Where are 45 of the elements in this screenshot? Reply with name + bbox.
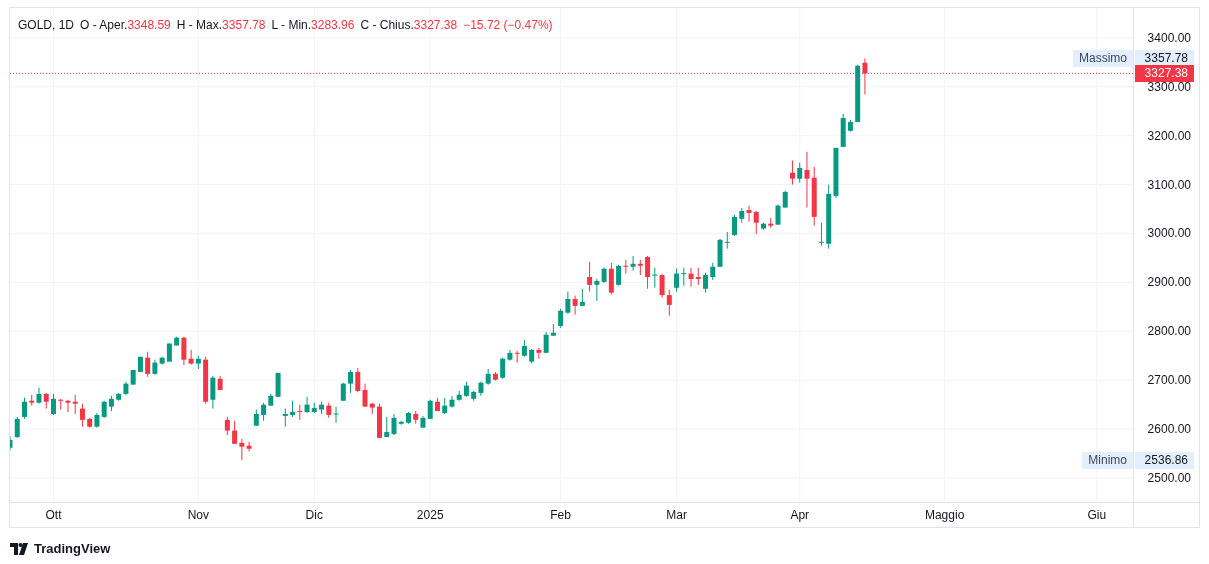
symbol-title: GOLD, 1D xyxy=(18,17,74,34)
price-axis-label: 2500.00 xyxy=(1147,471,1191,486)
candlestick xyxy=(790,160,795,186)
candlestick xyxy=(224,416,230,436)
legend-label: H - Max. xyxy=(176,17,223,34)
candlestick xyxy=(732,214,737,237)
price-axis-label: 3200.00 xyxy=(1147,128,1191,143)
time-axis-label: Nov xyxy=(187,508,210,522)
price-axis-label: 2800.00 xyxy=(1147,324,1191,339)
time-axis-label: Maggio xyxy=(924,508,965,522)
legend-value: 3357.78 xyxy=(222,17,266,34)
price-tag-label: Massimo xyxy=(1073,50,1133,67)
time-axis-label: Dic xyxy=(305,508,323,522)
price-tag-label: Minimo xyxy=(1082,451,1133,469)
candlestick xyxy=(406,411,411,425)
time-axis-label: Ott xyxy=(45,508,62,522)
legend-value: 3327.38 xyxy=(413,17,458,34)
price-axis-label: 3000.00 xyxy=(1147,226,1191,241)
time-axis-label: Feb xyxy=(550,508,571,522)
price-tag: 2536.86 xyxy=(1135,451,1194,469)
candlestick xyxy=(253,409,259,427)
price-axis-label: 3100.00 xyxy=(1147,177,1191,192)
legend-label: C - Chius. xyxy=(360,17,414,34)
legend-change: −15.72 (−0.47%) xyxy=(463,17,553,34)
price-axis-label: 2600.00 xyxy=(1147,422,1191,437)
candlestick xyxy=(348,369,353,394)
brand-logo-icon xyxy=(10,542,30,555)
candlestick xyxy=(761,222,766,231)
candlestick xyxy=(282,408,288,428)
candlestick xyxy=(377,403,382,439)
price-axis-label: 2900.00 xyxy=(1147,275,1191,290)
time-axis-label: Giu xyxy=(1087,508,1107,522)
brand-name: TradingView xyxy=(34,540,111,558)
candlestick xyxy=(22,397,27,420)
price-axis-label: 3300.00 xyxy=(1147,79,1191,94)
time-axis-label: 2025 xyxy=(416,508,444,522)
candlestick xyxy=(340,382,346,402)
legend-label: L - Min. xyxy=(271,17,312,34)
legend-value: 3348.59 xyxy=(127,17,171,34)
time-axis-label: Mar xyxy=(666,508,687,522)
price-axis-label: 3400.00 xyxy=(1147,30,1191,45)
price-axis-label: 2700.00 xyxy=(1147,373,1191,388)
legend-label: O - Aper. xyxy=(80,17,128,34)
legend-value: 3283.96 xyxy=(311,17,355,34)
time-axis-label: Apr xyxy=(790,508,810,522)
